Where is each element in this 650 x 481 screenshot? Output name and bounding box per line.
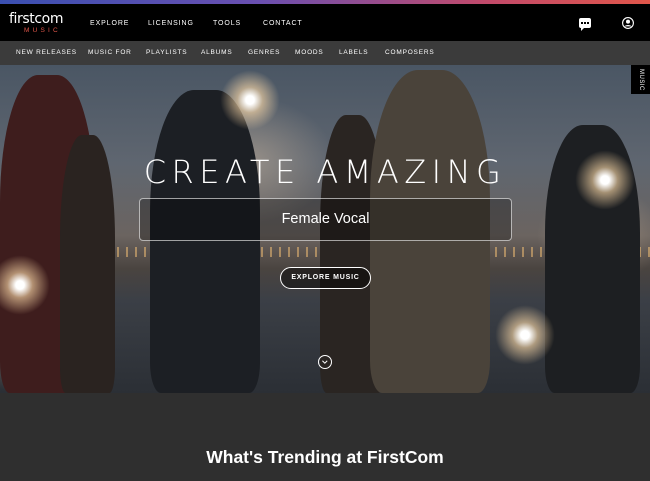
subnav-moods[interactable]: MOODS <box>295 49 324 57</box>
chevron-down-icon[interactable] <box>318 355 332 369</box>
nav-contact[interactable]: CONTACT <box>263 19 303 28</box>
nav-tools[interactable]: TOOLS <box>213 19 241 28</box>
nav-licensing[interactable]: LICENSING <box>148 19 194 28</box>
genre-label: Female Vocal <box>281 211 370 227</box>
subnav-new-releases[interactable]: NEW RELEASES <box>16 49 77 57</box>
logo-wordmark: firstcom <box>9 11 64 27</box>
trending-title: What's Trending at FirstCom <box>206 447 444 467</box>
trending-section: What's Trending at FirstCom <box>0 393 650 481</box>
subnav-composers[interactable]: COMPOSERS <box>385 49 434 57</box>
nav-explore[interactable]: EXPLORE <box>90 19 129 28</box>
hero-title: CREATE AMAZING <box>143 153 507 191</box>
music-side-tab[interactable]: MUSIC <box>631 65 650 94</box>
top-navigation: firstcom MUSIC EXPLORE LICENSING TOOLS C… <box>0 4 650 41</box>
subnav-music-for[interactable]: MUSIC FOR <box>88 49 132 57</box>
subnav-playlists[interactable]: PLAYLISTS <box>146 49 187 57</box>
category-navigation: NEW RELEASES MUSIC FOR PLAYLISTS ALBUMS … <box>0 41 650 65</box>
subnav-genres[interactable]: GENRES <box>248 49 280 57</box>
subnav-labels[interactable]: LABELS <box>339 49 368 57</box>
chat-icon[interactable] <box>579 18 591 31</box>
sparkler-glow <box>495 305 555 365</box>
genre-rotator: Female Vocal <box>139 198 512 241</box>
account-icon[interactable] <box>622 17 634 29</box>
logo-tagline: MUSIC <box>24 27 61 34</box>
firstcom-logo[interactable]: firstcom MUSIC <box>9 12 65 38</box>
explore-music-button[interactable]: EXPLORE MUSIC <box>280 267 371 289</box>
sparkler-glow <box>220 70 280 130</box>
person-silhouette <box>150 90 260 393</box>
subnav-albums[interactable]: ALBUMS <box>201 49 233 57</box>
